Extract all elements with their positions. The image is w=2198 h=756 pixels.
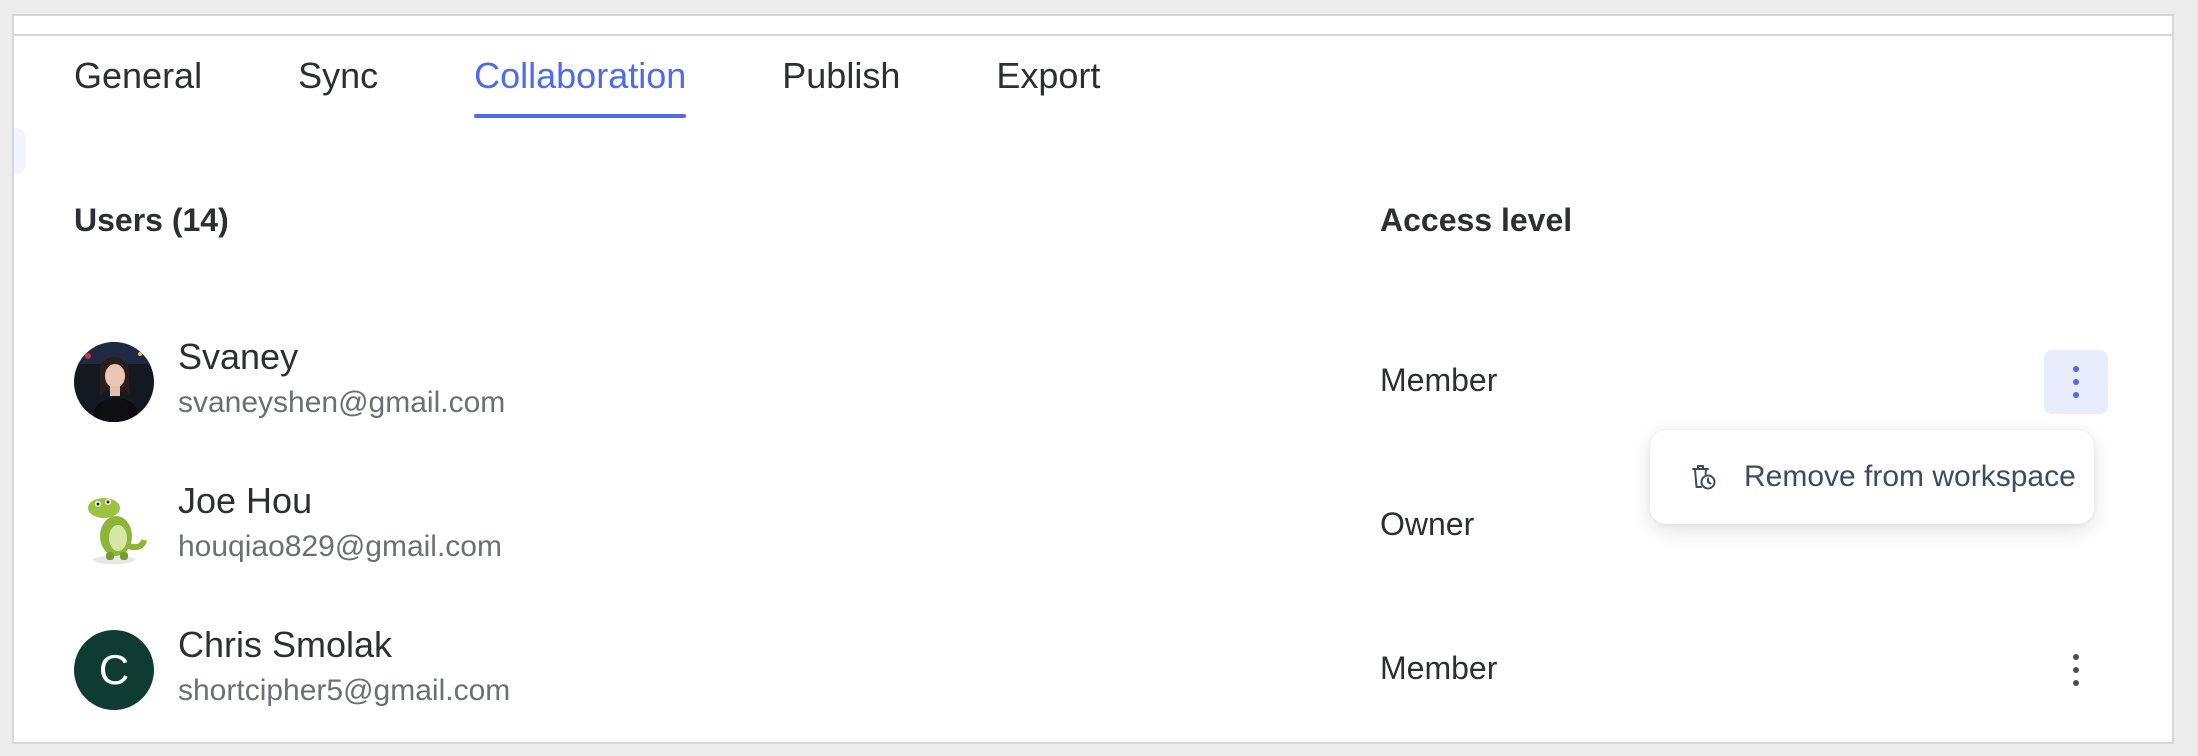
access-level: Owner bbox=[1380, 506, 1475, 542]
menu-item-label: Remove from workspace bbox=[1744, 460, 2076, 493]
settings-panel: General Sync Collaboration Publish Expor… bbox=[12, 14, 2174, 744]
avatar: C bbox=[74, 630, 154, 710]
user-row: Svaney svaneyshen@gmail.com Member bbox=[14, 322, 2172, 442]
dinosaur-avatar-icon bbox=[74, 486, 154, 566]
user-name: Svaney bbox=[178, 336, 299, 377]
avatar bbox=[74, 486, 154, 566]
settings-tabs: General Sync Collaboration Publish Expor… bbox=[74, 36, 1196, 120]
remove-from-workspace-menu-item[interactable]: Remove from workspace bbox=[1650, 430, 2094, 524]
more-options-button[interactable] bbox=[2044, 350, 2108, 414]
tab-collaboration[interactable]: Collaboration bbox=[474, 36, 687, 118]
user-email: shortcipher5@gmail.com bbox=[178, 674, 511, 707]
tab-general[interactable]: General bbox=[74, 36, 202, 98]
access-level: Member bbox=[1380, 650, 1498, 686]
more-vertical-icon bbox=[2073, 366, 2079, 372]
tab-sync[interactable]: Sync bbox=[298, 36, 378, 98]
trash-clock-icon bbox=[1688, 462, 1718, 492]
more-options-button[interactable] bbox=[2044, 638, 2108, 702]
access-level-column-header: Access level bbox=[1380, 202, 1573, 238]
user-name: Joe Hou bbox=[178, 480, 313, 521]
side-handle bbox=[14, 128, 26, 174]
user-email: svaneyshen@gmail.com bbox=[178, 386, 506, 419]
access-level: Member bbox=[1380, 362, 1498, 398]
tab-export[interactable]: Export bbox=[996, 36, 1100, 98]
user-row: C Chris Smolak shortcipher5@gmail.com Me… bbox=[14, 610, 2172, 730]
user-photo-icon bbox=[74, 342, 154, 422]
avatar bbox=[74, 342, 154, 422]
user-name: Chris Smolak bbox=[178, 624, 393, 665]
users-column-header: Users (14) bbox=[74, 202, 229, 238]
user-email: houqiao829@gmail.com bbox=[178, 530, 502, 563]
more-vertical-icon bbox=[2073, 654, 2079, 660]
tab-publish[interactable]: Publish bbox=[782, 36, 900, 98]
